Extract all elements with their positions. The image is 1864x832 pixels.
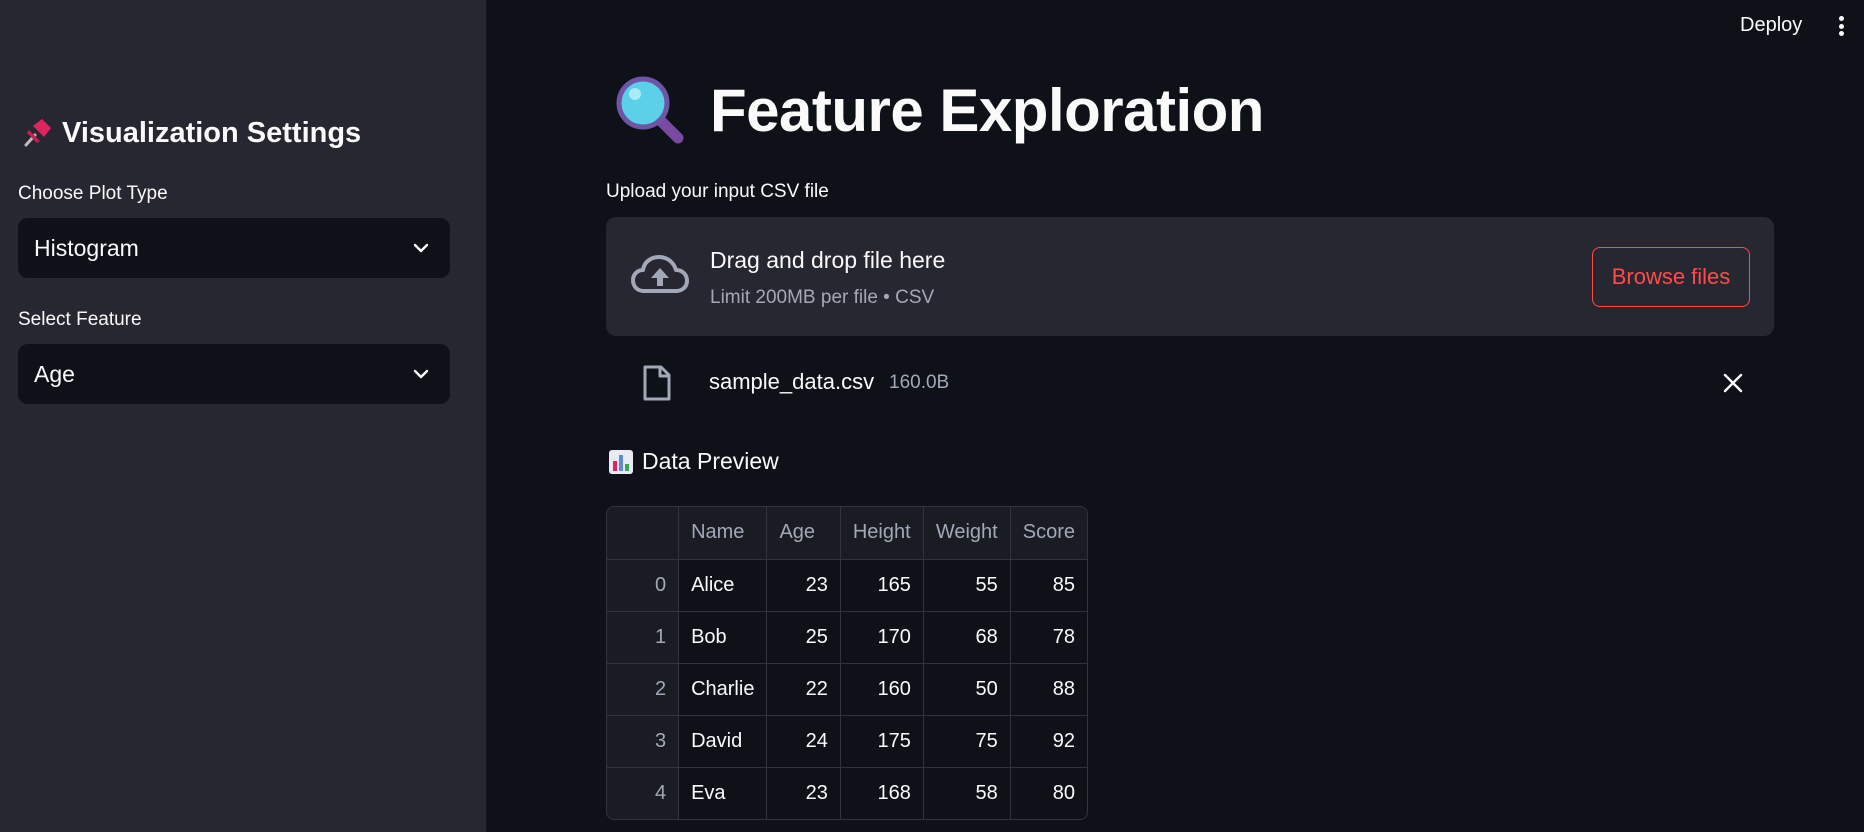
uploaded-file-row: sample_data.csv 160.0B xyxy=(606,360,1774,408)
table-cell[interactable]: 80 xyxy=(1010,767,1087,819)
table-cell[interactable]: 175 xyxy=(840,715,924,768)
pushpin-icon xyxy=(24,119,51,147)
file-dropzone[interactable]: Drag and drop file here Limit 200MB per … xyxy=(606,217,1774,336)
data-preview-table[interactable]: Name Age Height Weight Score 0 Alice 23 … xyxy=(606,506,1088,820)
feature-select[interactable]: Age xyxy=(18,344,450,404)
column-header[interactable]: Height xyxy=(840,507,924,560)
table-cell[interactable]: 22 xyxy=(766,663,841,716)
data-preview-title: Data Preview xyxy=(642,448,779,474)
dropzone-title: Drag and drop file here xyxy=(710,247,946,273)
app: Visualization Settings Choose Plot Type … xyxy=(0,0,1864,832)
kebab-menu-icon[interactable] xyxy=(1834,12,1848,40)
file-size: 160.0B xyxy=(889,372,950,393)
table-cell[interactable]: 55 xyxy=(923,559,1011,612)
table-cell[interactable]: 170 xyxy=(840,611,924,664)
sidebar-title: Visualization Settings xyxy=(20,116,361,150)
table-cell[interactable]: Charlie xyxy=(678,663,768,716)
plot-type-select[interactable]: Histogram xyxy=(18,218,450,278)
chevron-down-icon xyxy=(413,369,429,379)
table-cell[interactable]: 75 xyxy=(923,715,1011,768)
table-row: 3 David 24 175 75 92 xyxy=(607,715,1087,768)
table-cell[interactable]: 50 xyxy=(923,663,1011,716)
page-title-text: Feature Exploration xyxy=(710,76,1264,144)
row-index: 4 xyxy=(607,767,680,819)
sidebar-title-text: Visualization Settings xyxy=(62,116,362,149)
bar-chart-icon xyxy=(609,449,633,474)
row-index: 3 xyxy=(607,715,680,768)
cloud-upload-icon xyxy=(631,255,689,293)
kebab-dot xyxy=(1838,31,1844,36)
table-cell[interactable]: David xyxy=(678,715,768,768)
table-cell[interactable]: 24 xyxy=(766,715,841,768)
table-cell[interactable]: 78 xyxy=(1010,611,1087,664)
index-header xyxy=(607,507,680,560)
chevron-down-icon xyxy=(413,243,429,253)
table-header-row: Name Age Height Weight Score xyxy=(607,507,1087,560)
close-icon[interactable] xyxy=(1722,372,1744,394)
kebab-dot xyxy=(1838,23,1844,29)
sidebar: Visualization Settings Choose Plot Type … xyxy=(0,0,486,832)
column-header[interactable]: Age xyxy=(766,507,841,560)
magnifying-glass-icon xyxy=(616,76,684,144)
column-header[interactable]: Score xyxy=(1010,507,1087,560)
file-name: sample_data.csv xyxy=(709,369,875,394)
deploy-button[interactable]: Deploy xyxy=(1740,14,1802,37)
table-cell[interactable]: 88 xyxy=(1010,663,1087,716)
table-row: 0 Alice 23 165 55 85 xyxy=(607,559,1087,612)
table-cell[interactable]: 25 xyxy=(766,611,841,664)
page-title: Feature Exploration xyxy=(614,74,1264,146)
row-index: 2 xyxy=(607,663,680,716)
table-cell[interactable]: 23 xyxy=(766,767,841,819)
column-header[interactable]: Weight xyxy=(923,507,1011,560)
table-cell[interactable]: Eva xyxy=(678,767,768,819)
table-row: 4 Eva 23 168 58 80 xyxy=(607,767,1087,819)
table-cell[interactable]: Bob xyxy=(678,611,768,664)
plot-type-value: Histogram xyxy=(34,234,139,261)
table-cell[interactable]: 85 xyxy=(1010,559,1087,612)
table-cell[interactable]: 68 xyxy=(923,611,1011,664)
column-header[interactable]: Name xyxy=(678,507,768,560)
browse-files-button[interactable]: Browse files xyxy=(1592,247,1750,307)
dropzone-limit: Limit 200MB per file • CSV xyxy=(710,287,935,308)
row-index: 0 xyxy=(607,559,680,612)
table-cell[interactable]: 23 xyxy=(766,559,841,612)
table-row: 2 Charlie 22 160 50 88 xyxy=(607,663,1087,716)
table-cell[interactable]: 165 xyxy=(840,559,924,612)
file-icon xyxy=(643,365,671,401)
table-cell[interactable]: 160 xyxy=(840,663,924,716)
upload-label: Upload your input CSV file xyxy=(606,181,829,202)
table-row: 1 Bob 25 170 68 78 xyxy=(607,611,1087,664)
plot-type-label: Choose Plot Type xyxy=(18,183,168,204)
table-cell[interactable]: 168 xyxy=(840,767,924,819)
table-cell[interactable]: 92 xyxy=(1010,715,1087,768)
feature-label: Select Feature xyxy=(18,309,142,330)
table-cell[interactable]: Alice xyxy=(678,559,768,612)
data-preview-heading: Data Preview xyxy=(608,448,779,475)
kebab-dot xyxy=(1838,16,1844,21)
row-index: 1 xyxy=(607,611,680,664)
feature-value: Age xyxy=(34,360,75,387)
table-cell[interactable]: 58 xyxy=(923,767,1011,819)
